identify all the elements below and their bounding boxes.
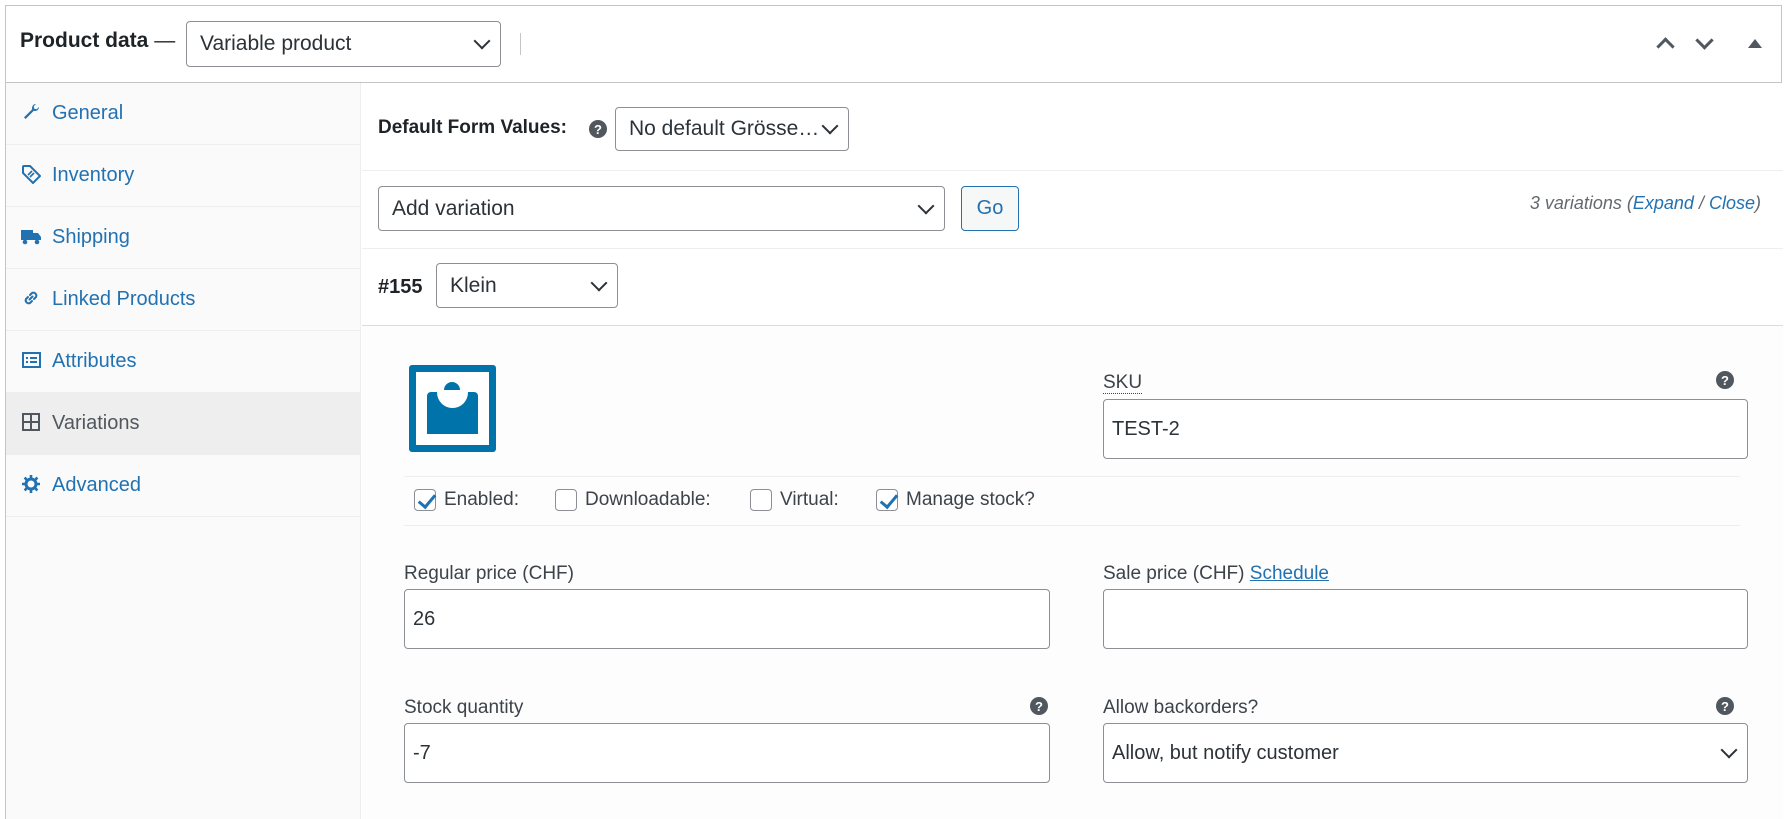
- tab-shipping[interactable]: Shipping: [6, 207, 360, 269]
- enabled-label: Enabled:: [444, 489, 520, 510]
- tab-label: Linked Products: [52, 288, 196, 310]
- product-data-panel: Product data — Variable product General: [5, 5, 1783, 819]
- go-button[interactable]: Go: [961, 186, 1019, 231]
- sku-label: SKU: [1103, 372, 1143, 394]
- tab-variations[interactable]: Variations: [6, 393, 360, 455]
- sku-label-text: SKU: [1103, 372, 1143, 394]
- manage-stock-checkbox[interactable]: Manage stock?: [876, 489, 1035, 511]
- stock-quantity-label: Stock quantity: [404, 697, 524, 718]
- tab-attributes[interactable]: Attributes: [6, 331, 360, 393]
- product-data-header: Product data — Variable product: [6, 6, 1781, 83]
- chevron-down-icon: [473, 32, 491, 50]
- tab-label: Attributes: [52, 350, 137, 372]
- triangle-up-icon: [1748, 39, 1762, 48]
- downloadable-label: Downloadable:: [585, 489, 711, 510]
- tab-label: Shipping: [52, 226, 130, 248]
- checkbox-checked[interactable]: [414, 489, 436, 511]
- tab-label: Variations: [52, 412, 140, 434]
- help-icon[interactable]: ?: [1716, 371, 1734, 389]
- chevron-down-icon: [917, 197, 935, 214]
- panel-title-text: Product data: [20, 29, 149, 52]
- sale-price-input[interactable]: [1103, 589, 1748, 649]
- close-link[interactable]: Close: [1709, 193, 1755, 213]
- image-icon-landscape: [427, 390, 478, 434]
- image-icon: [416, 372, 489, 445]
- regular-price-input[interactable]: 26: [404, 589, 1050, 649]
- tab-label: Advanced: [52, 474, 141, 496]
- regular-price-value: 26: [413, 607, 436, 630]
- virtual-checkbox[interactable]: Virtual:: [750, 489, 839, 511]
- add-variation-row: Add variation Go 3 variations (Expand / …: [362, 171, 1783, 249]
- sale-price-label-text: Sale price (CHF): [1103, 563, 1245, 584]
- tab-label: Inventory: [52, 164, 135, 186]
- variations-count: 3 variations (Expand / Close): [1530, 193, 1761, 214]
- chevron-down-icon: [1720, 741, 1738, 759]
- product-type-value: Variable product: [200, 32, 352, 55]
- variation-size-select[interactable]: Klein: [436, 263, 618, 308]
- grid-icon: [20, 411, 42, 433]
- default-form-values-label: Default Form Values:: [378, 117, 567, 138]
- gear-icon: [20, 473, 42, 495]
- chevron-down-icon: [1695, 31, 1714, 50]
- add-variation-select[interactable]: Add variation: [378, 186, 945, 231]
- count-close-paren: ): [1755, 193, 1761, 213]
- link-icon: [20, 287, 42, 309]
- collapse-panel-button[interactable]: [1744, 34, 1766, 52]
- header-divider: [520, 33, 521, 55]
- variation-image-placeholder[interactable]: [409, 365, 496, 452]
- panel-title: Product data —: [20, 29, 175, 53]
- downloadable-checkbox[interactable]: Downloadable:: [555, 489, 711, 511]
- regular-price-label: Regular price (CHF): [404, 563, 574, 584]
- variations-panel: Default Form Values: ? No default Grösse…: [362, 83, 1783, 819]
- tab-general[interactable]: General: [6, 83, 360, 145]
- tab-advanced[interactable]: Advanced: [6, 455, 360, 517]
- truck-icon: [20, 225, 42, 247]
- variation-id: #155: [378, 276, 423, 298]
- help-icon[interactable]: ?: [1716, 697, 1734, 715]
- checkbox-unchecked[interactable]: [555, 489, 577, 511]
- checkbox-checked[interactable]: [876, 489, 898, 511]
- default-size-value: No default Grösse…: [629, 117, 820, 140]
- stock-quantity-value: -7: [413, 741, 431, 764]
- stock-quantity-input[interactable]: -7: [404, 723, 1050, 783]
- product-data-tabs: General Inventory Shipping Linked Produc…: [6, 83, 361, 819]
- product-type-select[interactable]: Variable product: [186, 21, 501, 67]
- help-icon[interactable]: ?: [589, 120, 607, 138]
- add-variation-value: Add variation: [392, 196, 515, 220]
- checkbox-unchecked[interactable]: [750, 489, 772, 511]
- backorders-value: Allow, but notify customer: [1112, 741, 1339, 764]
- chevron-up-icon: [1656, 37, 1675, 56]
- help-icon[interactable]: ?: [1030, 697, 1048, 715]
- expand-link[interactable]: Expand: [1633, 193, 1694, 213]
- schedule-link[interactable]: Schedule: [1250, 563, 1329, 584]
- enabled-checkbox[interactable]: Enabled:: [414, 489, 519, 511]
- tab-linked-products[interactable]: Linked Products: [6, 269, 360, 331]
- manage-stock-label: Manage stock?: [906, 489, 1035, 510]
- chevron-down-icon: [821, 117, 839, 135]
- variation-details: SKU ? TEST-2 Enabled: Downloadable: Virt…: [362, 326, 1783, 819]
- list-icon: [20, 349, 42, 371]
- move-up-button[interactable]: [1655, 34, 1677, 56]
- tag-icon: [20, 163, 42, 185]
- wrench-icon: [20, 101, 42, 123]
- backorders-select[interactable]: Allow, but notify customer: [1103, 723, 1748, 783]
- link-separator: /: [1693, 193, 1709, 213]
- sku-value: TEST-2: [1112, 417, 1180, 440]
- title-dash: —: [154, 29, 176, 52]
- sku-input[interactable]: TEST-2: [1103, 399, 1748, 459]
- backorders-label: Allow backorders?: [1103, 697, 1259, 718]
- variation-size-value: Klein: [450, 273, 497, 297]
- default-form-values-row: Default Form Values: ? No default Grösse…: [362, 83, 1783, 171]
- virtual-label: Virtual:: [780, 489, 839, 510]
- variations-count-text: 3 variations (: [1529, 193, 1633, 213]
- variation-header[interactable]: #155 Klein: [362, 249, 1783, 326]
- variation-options: Enabled: Downloadable: Virtual: Manage s…: [404, 476, 1740, 526]
- move-down-button[interactable]: [1694, 31, 1716, 52]
- tab-inventory[interactable]: Inventory: [6, 145, 360, 207]
- chevron-down-icon: [590, 274, 608, 291]
- sale-price-label: Sale price (CHF) Schedule: [1103, 563, 1329, 585]
- default-size-select[interactable]: No default Grösse…: [615, 107, 849, 151]
- tab-label: General: [52, 102, 124, 124]
